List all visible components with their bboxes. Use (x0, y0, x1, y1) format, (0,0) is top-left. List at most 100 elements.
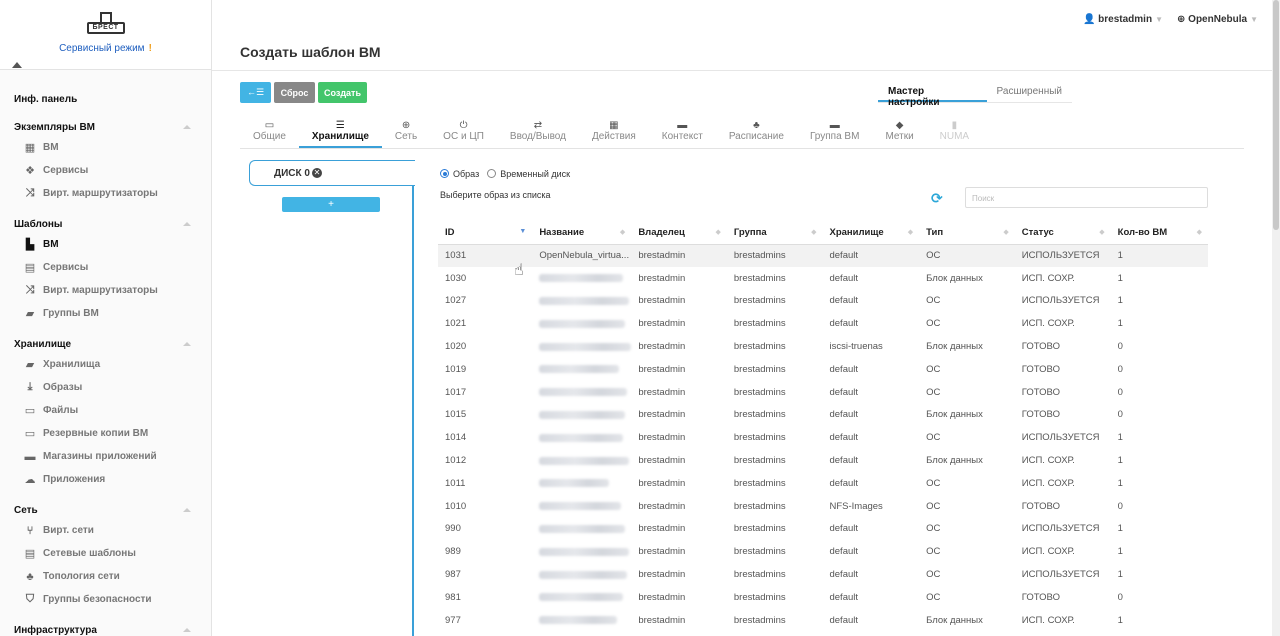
sidebar-section-header[interactable]: Экземпляры ВМ (0, 118, 211, 136)
zone-menu[interactable]: ⊕ OpenNebula ▼ (1177, 14, 1258, 25)
mode-tab[interactable]: Мастер настройки (878, 82, 987, 108)
cell-type: ОС (926, 477, 941, 489)
user-menu[interactable]: 👤 brestadmin ▼ (1083, 14, 1163, 25)
table-row[interactable]: 1021 brestadmin brestadmins default ОС ИСП. С… (438, 312, 1208, 335)
sort-icon: ◆ (811, 229, 817, 236)
sidebar-item[interactable]: ⤓ Образы (0, 376, 211, 399)
sidebar-item[interactable]: ⤨ Вирт. маршрутизаторы (0, 279, 211, 302)
cell-name (532, 404, 631, 427)
sidebar-section-header[interactable]: Инф. панель (0, 90, 211, 108)
section-tab[interactable]: ▮ NUMA (927, 117, 982, 148)
create-button[interactable]: Создать (318, 82, 367, 103)
column-header[interactable]: ID ▼ (438, 221, 533, 245)
sidebar-section: Инфраструктура▤Кластеры (0, 621, 211, 636)
logo[interactable]: БРЕСТ Сервисный режим! (0, 0, 211, 70)
sidebar-item[interactable]: ▰ Группы ВМ (0, 302, 211, 325)
cell-status: ИСПОЛЬЗУЕТСЯ (1014, 244, 1111, 267)
table-row[interactable]: 990 brestadmin brestadmins default ОС ИСПОЛЬЗ… (438, 518, 1208, 541)
table-row[interactable]: 1015 brestadmin brestadmins default Блок дан… (438, 404, 1208, 427)
table-row[interactable]: 1012 brestadmin brestadmins default Блок дан… (438, 449, 1208, 472)
chevron-up-icon (183, 125, 191, 129)
sidebar-item[interactable]: ▭ Резервные копии ВМ (0, 422, 211, 445)
table-row[interactable]: 1010 brestadmin brestadmins NFS-Images ОС ГОТ… (438, 495, 1208, 518)
sidebar-item[interactable]: ☁ Приложения (0, 468, 211, 491)
table-row[interactable]: 1030 brestadmin brestadmins default Блок дан… (438, 267, 1208, 290)
redacted-name (539, 410, 626, 419)
page-scrollbar[interactable] (1272, 0, 1280, 636)
section-tab[interactable]: ▬ Группа ВМ (797, 117, 872, 148)
sidebar-item[interactable]: ▬ Магазины приложений (0, 445, 211, 468)
column-header[interactable]: Группа ◆ (726, 221, 823, 245)
table-row[interactable]: 987 brestadmin brestadmins default ОС ИСПОЛЬЗ… (438, 563, 1208, 586)
cell-ds: default (829, 318, 859, 330)
sidebar-item[interactable]: ▦ ВМ (0, 136, 211, 159)
section-tab[interactable]: ▭ Общие (240, 117, 299, 148)
table-row[interactable]: 1011 brestadmin brestadmins default ОС ИСП. С… (438, 472, 1208, 495)
close-icon[interactable]: ✕ (311, 168, 322, 178)
disk-tab[interactable]: ДИСК 0 ✕ (249, 160, 415, 186)
sidebar-item[interactable]: ⤨ Вирт. маршрутизаторы (0, 182, 211, 205)
section-tab[interactable]: ◆ Метки (872, 117, 926, 148)
table-row[interactable]: 977 brestadmin brestadmins default Блок данн… (438, 609, 1208, 632)
section-tab[interactable]: ♣ Расписание (716, 117, 797, 148)
sidebar-item[interactable]: ❖ Сервисы (0, 159, 211, 182)
cell-vms: 1 (1117, 569, 1123, 581)
sidebar-item[interactable]: ▤ Сетевые шаблоны (0, 542, 211, 565)
table-row[interactable]: 1019 brestadmin brestadmins default ОС ГОТОВО… (438, 358, 1208, 381)
sidebar-section-header[interactable]: Хранилище (0, 335, 211, 353)
refresh-icon[interactable]: ⟳ (931, 190, 943, 207)
column-header[interactable]: Хранилище ◆ (822, 221, 920, 245)
plus-icon: + (328, 199, 334, 210)
back-button[interactable]: ←☰ (240, 82, 271, 103)
cell-id: 987 (445, 569, 461, 581)
column-header[interactable]: Тип ◆ (919, 221, 1015, 245)
warning-icon: ! (148, 43, 152, 54)
sidebar-item[interactable]: ▭ Файлы (0, 399, 211, 422)
table-row[interactable]: 981 brestadmin brestadmins default ОС ГОТОВО 0 (438, 586, 1208, 609)
add-disk-button[interactable]: + (282, 197, 380, 212)
sidebar-section-header[interactable]: Инфраструктура (0, 621, 211, 636)
column-header[interactable]: Статус ◆ (1014, 221, 1111, 245)
table-row[interactable]: 1014 brestadmin brestadmins default ОС ИСПОЛЬ… (438, 426, 1208, 449)
cell-id: 990 (445, 523, 461, 535)
mode-tab[interactable]: Расширенный (987, 82, 1072, 102)
sidebar-item[interactable]: ▙ ВМ (0, 233, 211, 256)
search-input[interactable]: Поиск (965, 187, 1208, 208)
files-icon: ▤ (24, 548, 36, 560)
section-tab[interactable]: ▦ Действия (579, 117, 649, 148)
column-header[interactable]: Владелец ◆ (631, 221, 727, 245)
cell-group: brestadmins (733, 569, 786, 581)
radio-image[interactable]: Образ (440, 169, 479, 179)
section-tab[interactable]: ☰ Хранилище (298, 117, 382, 148)
sidebar-item[interactable]: ♣ Топология сети (0, 565, 211, 588)
sidebar-item[interactable]: ⑂ Вирт. сети (0, 519, 211, 542)
reset-button[interactable]: Сброс (274, 82, 315, 103)
section-tab[interactable]: ⇄ Ввод/Вывод (497, 117, 579, 148)
divider (212, 70, 1272, 71)
column-header[interactable]: Кол-во ВМ ◆ (1110, 221, 1208, 245)
table-row[interactable]: 1020 brestadmin brestadmins iscsi-truenas Бл… (438, 335, 1208, 358)
cell-vms: 0 (1117, 341, 1123, 353)
sidebar-section-header[interactable]: Сеть (0, 501, 211, 519)
section-tab[interactable]: ⊕ Сеть (382, 117, 430, 148)
cell-ds: default (829, 409, 859, 421)
sidebar-item[interactable]: ▰ Хранилища (0, 353, 211, 376)
sidebar-item[interactable]: ⛉ Группы безопасности (0, 588, 211, 611)
cell-type: ОС (926, 432, 941, 444)
table-row[interactable]: 1017 brestadmin brestadmins default ОС ГОТОВО… (438, 381, 1208, 404)
collapse-up-icon[interactable] (12, 62, 22, 68)
sidebar-section: Хранилище ▰ Хранилища ⤓ Образы ▭ Файлы ▭ Резервн… (0, 335, 211, 491)
table-row[interactable]: 1031 OpenNebula_virtua... brestadmin bresta… (438, 244, 1208, 267)
cell-vms: 1 (1117, 455, 1123, 467)
sidebar-section-header[interactable]: Шаблоны (0, 215, 211, 233)
sidebar-item[interactable]: ▤ Сервисы (0, 256, 211, 279)
column-header[interactable]: Название ◆ (532, 221, 632, 245)
section-tab[interactable]: ⏻ ОС и ЦП (430, 117, 497, 148)
service-mode-label[interactable]: Сервисный режим! (0, 43, 211, 54)
cell-id: 981 (445, 591, 461, 603)
table-row[interactable]: 1027 brestadmin brestadmins default ОС ИСПОЛЬ… (438, 290, 1208, 313)
cell-id: 1012 (445, 455, 467, 467)
radio-volatile[interactable]: Временный диск (487, 169, 570, 179)
table-row[interactable]: 989 brestadmin brestadmins default ОС ИСП. СО… (438, 540, 1208, 563)
section-tab[interactable]: ▬ Контекст (649, 117, 716, 148)
